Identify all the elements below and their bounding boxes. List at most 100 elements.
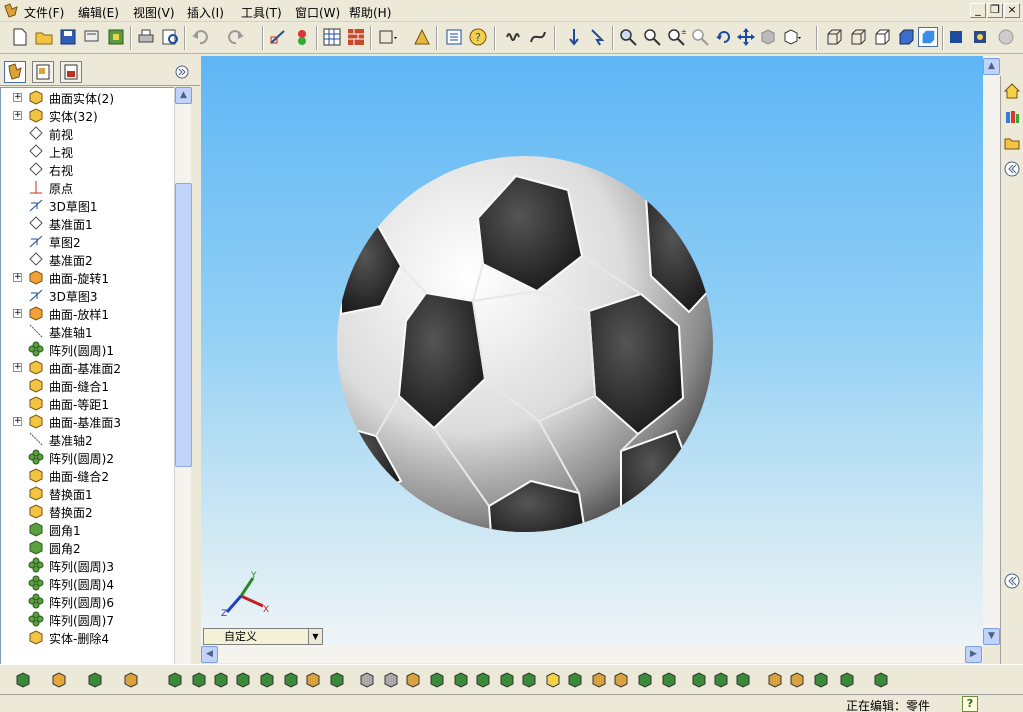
tab-configuration-manager[interactable] [60, 61, 82, 83]
extruded-surface-icon[interactable] [166, 671, 184, 689]
feature-tree-vertical-scrollbar[interactable]: ▲ ▼ [174, 87, 192, 699]
open-folder-icon[interactable] [34, 27, 54, 47]
close-button[interactable]: × [1004, 3, 1020, 18]
fillet-icon[interactable] [544, 671, 562, 689]
extend-surface-icon[interactable] [404, 671, 422, 689]
tree-item[interactable]: 曲面-等距1 [1, 394, 174, 412]
knit-surface-icon[interactable] [474, 671, 492, 689]
tree-item[interactable]: 替换面2 [1, 502, 174, 520]
sketch-dropdown-icon[interactable] [14, 671, 32, 689]
tree-item[interactable]: 基准轴1 [1, 322, 174, 340]
zoom-in-out-icon[interactable]: ± [666, 27, 686, 47]
menu-window[interactable]: 窗口(W) [295, 4, 340, 21]
appearance-icon[interactable] [970, 27, 990, 47]
tree-item[interactable]: 替换面1 [1, 484, 174, 502]
scroll-down-button[interactable]: ▼ [983, 628, 1000, 645]
file-explorer-icon[interactable] [1003, 134, 1021, 152]
3d-drawing-view-icon[interactable] [758, 27, 778, 47]
tree-item[interactable]: 原点 [1, 178, 174, 196]
tab-feature-tree[interactable] [4, 61, 26, 83]
mid-surface-icon[interactable] [636, 671, 654, 689]
expand-toggle-icon[interactable]: + [13, 363, 22, 372]
menu-tools[interactable]: 工具(T) [241, 4, 282, 21]
expand-task-pane-icon[interactable] [1003, 160, 1021, 178]
tree-item[interactable]: 实体-删除4 [1, 628, 174, 646]
menu-edit[interactable]: 编辑(E) [78, 4, 119, 21]
view-orientation-dropdown-icon[interactable] [782, 27, 802, 47]
tree-item[interactable]: 基准轴2 [1, 430, 174, 448]
menu-help[interactable]: 帮助(H) [349, 4, 391, 21]
tree-item[interactable]: + 曲面-放样1 [1, 304, 174, 322]
ruled-surface-icon[interactable] [382, 671, 400, 689]
zoom-to-fit-icon[interactable] [618, 27, 638, 47]
select-icon[interactable] [588, 27, 608, 47]
print-preview-magnifier-icon[interactable] [160, 27, 180, 47]
home-icon[interactable] [1003, 82, 1021, 100]
radiate-surface-icon[interactable] [358, 671, 376, 689]
rotate-view-icon[interactable] [714, 27, 734, 47]
print-icon[interactable] [136, 27, 156, 47]
chevron-down-icon[interactable]: ▼ [308, 629, 322, 644]
graphics-area[interactable]: Y X Z 自定义 ▼ [201, 56, 983, 646]
grid-icon[interactable] [322, 27, 342, 47]
untrim-surface-icon[interactable] [452, 671, 470, 689]
expand-toggle-icon[interactable]: + [13, 309, 22, 318]
minimize-button[interactable]: _ [970, 3, 986, 18]
tree-item[interactable]: 草图2 [1, 232, 174, 250]
scroll-right-button[interactable]: ▶ [965, 646, 982, 663]
hidden-lines-removed-icon[interactable] [872, 27, 892, 47]
revolved-surface-icon[interactable] [190, 671, 208, 689]
dimension-dropdown-icon[interactable] [378, 27, 398, 47]
menu-insert[interactable]: 插入(I) [187, 4, 224, 21]
new-document-icon[interactable] [10, 27, 30, 47]
tree-item[interactable]: 阵列(圆周)2 [1, 448, 174, 466]
tab-property-manager[interactable] [32, 61, 54, 83]
options-icon[interactable] [106, 27, 126, 47]
freeform-icon[interactable] [660, 671, 678, 689]
scroll-up-button[interactable]: ▲ [983, 58, 1000, 75]
linear-pattern-icon[interactable] [690, 671, 708, 689]
tree-item[interactable]: 阵列(圆周)6 [1, 592, 174, 610]
soccer-ball-model[interactable]: Y X Z [201, 56, 983, 646]
wireframe-icon[interactable] [824, 27, 844, 47]
tree-item[interactable]: + 实体(32) [1, 106, 174, 124]
thicken-icon[interactable] [498, 671, 516, 689]
zoom-to-area-icon[interactable] [642, 27, 662, 47]
tree-item[interactable]: 阵列(圆周)7 [1, 610, 174, 628]
tree-item[interactable]: 上视 [1, 142, 174, 160]
shaded-icon[interactable] [918, 27, 938, 47]
print-preview-icon[interactable] [82, 27, 102, 47]
deform-icon[interactable] [812, 671, 830, 689]
expand-toggle-icon[interactable]: + [13, 111, 22, 120]
view-orientation-combo[interactable]: 自定义 ▼ [203, 628, 323, 645]
tree-item[interactable]: 圆角1 [1, 520, 174, 538]
solidworks-logo-icon[interactable] [3, 3, 19, 19]
collapse-task-pane-icon[interactable] [1003, 572, 1021, 590]
realview-icon[interactable] [996, 27, 1016, 47]
tree-item[interactable]: 基准面1 [1, 214, 174, 232]
tree-item[interactable]: + 曲面-基准面3 [1, 412, 174, 430]
coil-icon[interactable] [504, 27, 524, 47]
scroll-left-button[interactable]: ◀ [201, 646, 218, 663]
offset-surface-icon[interactable] [328, 671, 346, 689]
flex-icon[interactable] [788, 671, 806, 689]
rebuild-icon[interactable] [292, 27, 312, 47]
tree-item[interactable]: 阵列(圆周)3 [1, 556, 174, 574]
scroll-up-button[interactable]: ▲ [175, 87, 192, 104]
tree-item[interactable]: 前视 [1, 124, 174, 142]
curve-driven-pattern-icon[interactable] [838, 671, 856, 689]
mirror-icon[interactable] [734, 671, 752, 689]
spline-icon[interactable] [872, 671, 890, 689]
tree-item[interactable]: 曲面-缝合2 [1, 466, 174, 484]
tree-item[interactable]: + 曲面-旋转1 [1, 268, 174, 286]
shaded-with-edges-icon[interactable] [896, 27, 916, 47]
collapse-panel-icon[interactable] [175, 65, 189, 79]
help-icon[interactable]: ? [468, 27, 488, 47]
undo-icon[interactable] [190, 27, 210, 47]
tree-item[interactable]: 3D草图1 [1, 196, 174, 214]
design-library-icon[interactable] [1003, 108, 1021, 126]
properties-icon[interactable] [444, 27, 464, 47]
tree-item[interactable]: + 曲面-基准面2 [1, 358, 174, 376]
help-icon[interactable]: ? [962, 696, 978, 712]
sketch-icon[interactable] [268, 27, 288, 47]
